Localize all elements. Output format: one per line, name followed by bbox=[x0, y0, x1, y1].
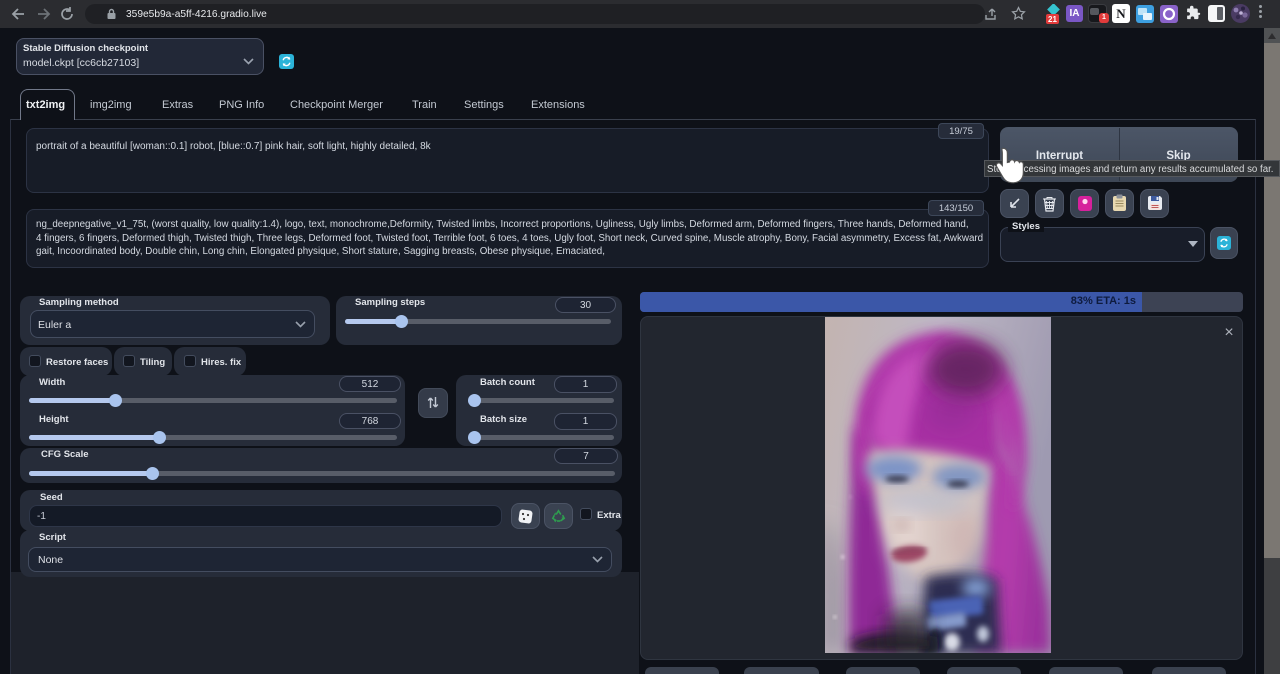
svg-text:21: 21 bbox=[1048, 15, 1057, 24]
